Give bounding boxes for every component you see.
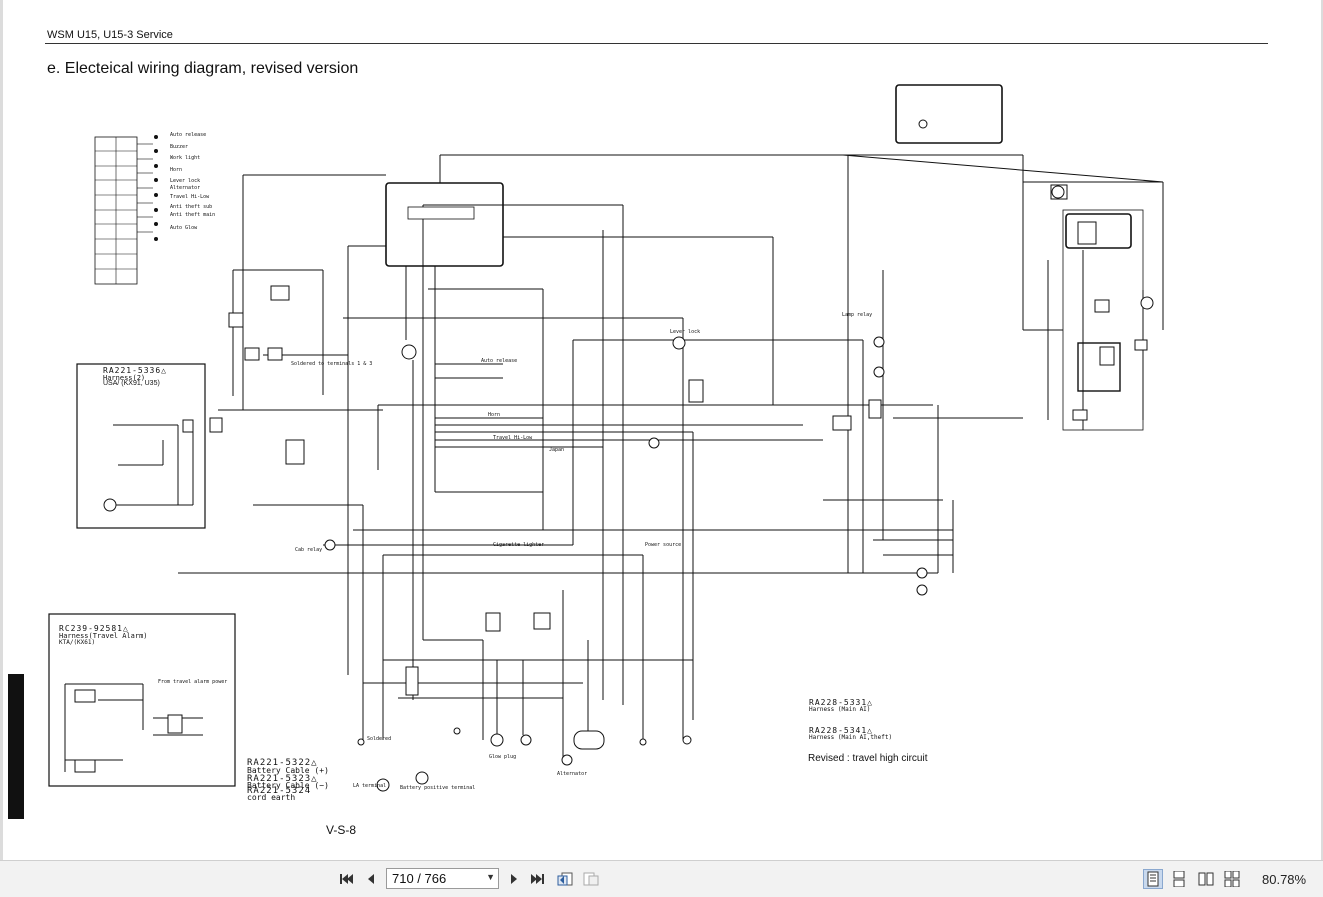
legend-label-anti-theft-main: Anti theft main xyxy=(170,212,216,218)
page-number-value: 710 / 766 xyxy=(392,871,447,886)
harness-2-model: USA/ (KX91, U35) xyxy=(103,380,160,387)
legend-label-work-light: Work light xyxy=(170,155,201,161)
label-horn: Horn xyxy=(488,412,501,418)
zoom-level[interactable]: 80.78% xyxy=(1262,872,1306,887)
continuous-view-icon[interactable] xyxy=(1169,869,1189,889)
continuous-facing-view-icon[interactable] xyxy=(1222,869,1242,889)
cord-earth-name: cord earth xyxy=(247,793,296,802)
label-battery-positive: Battery positive terminal xyxy=(400,785,476,791)
legend-label-alternator: Alternator xyxy=(170,185,201,191)
label-travel-alarm-power: From travel alarm power xyxy=(158,679,228,685)
label-cigarette-lighter: Cigarette lighter xyxy=(493,542,545,548)
previous-page-icon[interactable] xyxy=(361,869,381,889)
page-number-field[interactable]: 710 / 766 ▼ xyxy=(386,868,499,889)
label-lamp-relay: Lamp relay xyxy=(842,312,873,318)
single-page-view-icon[interactable] xyxy=(1143,869,1163,889)
label-auto-release: Auto release xyxy=(481,358,518,364)
legend-label-auto-glow: Auto Glow xyxy=(170,225,198,231)
viewer-toolbar: 710 / 766 ▼ 80.78% xyxy=(0,860,1323,897)
next-page-icon[interactable] xyxy=(504,869,524,889)
label-glow-plug: Glow plug xyxy=(489,754,517,760)
chevron-down-icon[interactable]: ▼ xyxy=(486,872,495,882)
harness-travel-alarm-model: KTA/(KX61) xyxy=(59,639,96,646)
label-alternator: Alternator xyxy=(557,771,588,777)
label-travel-hi-low: Travel Hi-Low xyxy=(493,435,533,441)
go-forward-icon[interactable] xyxy=(581,869,601,889)
harness-main-ai-theft-name: Harness (Main AI,theft) xyxy=(809,734,893,741)
label-japan: Japan xyxy=(549,447,565,453)
label-cab-relay: Cab relay xyxy=(295,547,323,553)
label-la-terminal: LA terminal xyxy=(353,783,387,789)
label-power-source: Power source xyxy=(645,542,682,548)
facing-view-icon[interactable] xyxy=(1196,869,1216,889)
legend-label-buzzer: Buzzer xyxy=(170,144,189,150)
legend-label-anti-theft-sub: Anti theft sub xyxy=(170,204,213,210)
wiring-diagram xyxy=(48,84,1164,792)
legend-label-travel: Travel Hi-Low xyxy=(170,194,210,200)
revised-note: Revised : travel high circuit xyxy=(808,753,928,764)
solder-note: Soldered to terminals 1 & 3 xyxy=(291,361,373,367)
harness-main-ai-name: Harness (Main AI) xyxy=(809,706,871,713)
document-viewer: WSM U15, U15-3 Service e. Electeical wir… xyxy=(0,0,1323,860)
label-soldered: Soldered xyxy=(367,736,392,742)
first-page-icon[interactable] xyxy=(336,869,356,889)
label-lever-lock: Lever lock xyxy=(670,329,701,335)
go-back-icon[interactable] xyxy=(555,869,575,889)
last-page-icon[interactable] xyxy=(528,869,548,889)
page-number-label: V-S-8 xyxy=(326,823,357,837)
legend-label-horn: Horn xyxy=(170,167,183,173)
legend-label-lever-lock: Lever lock xyxy=(170,178,201,184)
legend-label-auto-release: Auto release xyxy=(170,132,207,138)
